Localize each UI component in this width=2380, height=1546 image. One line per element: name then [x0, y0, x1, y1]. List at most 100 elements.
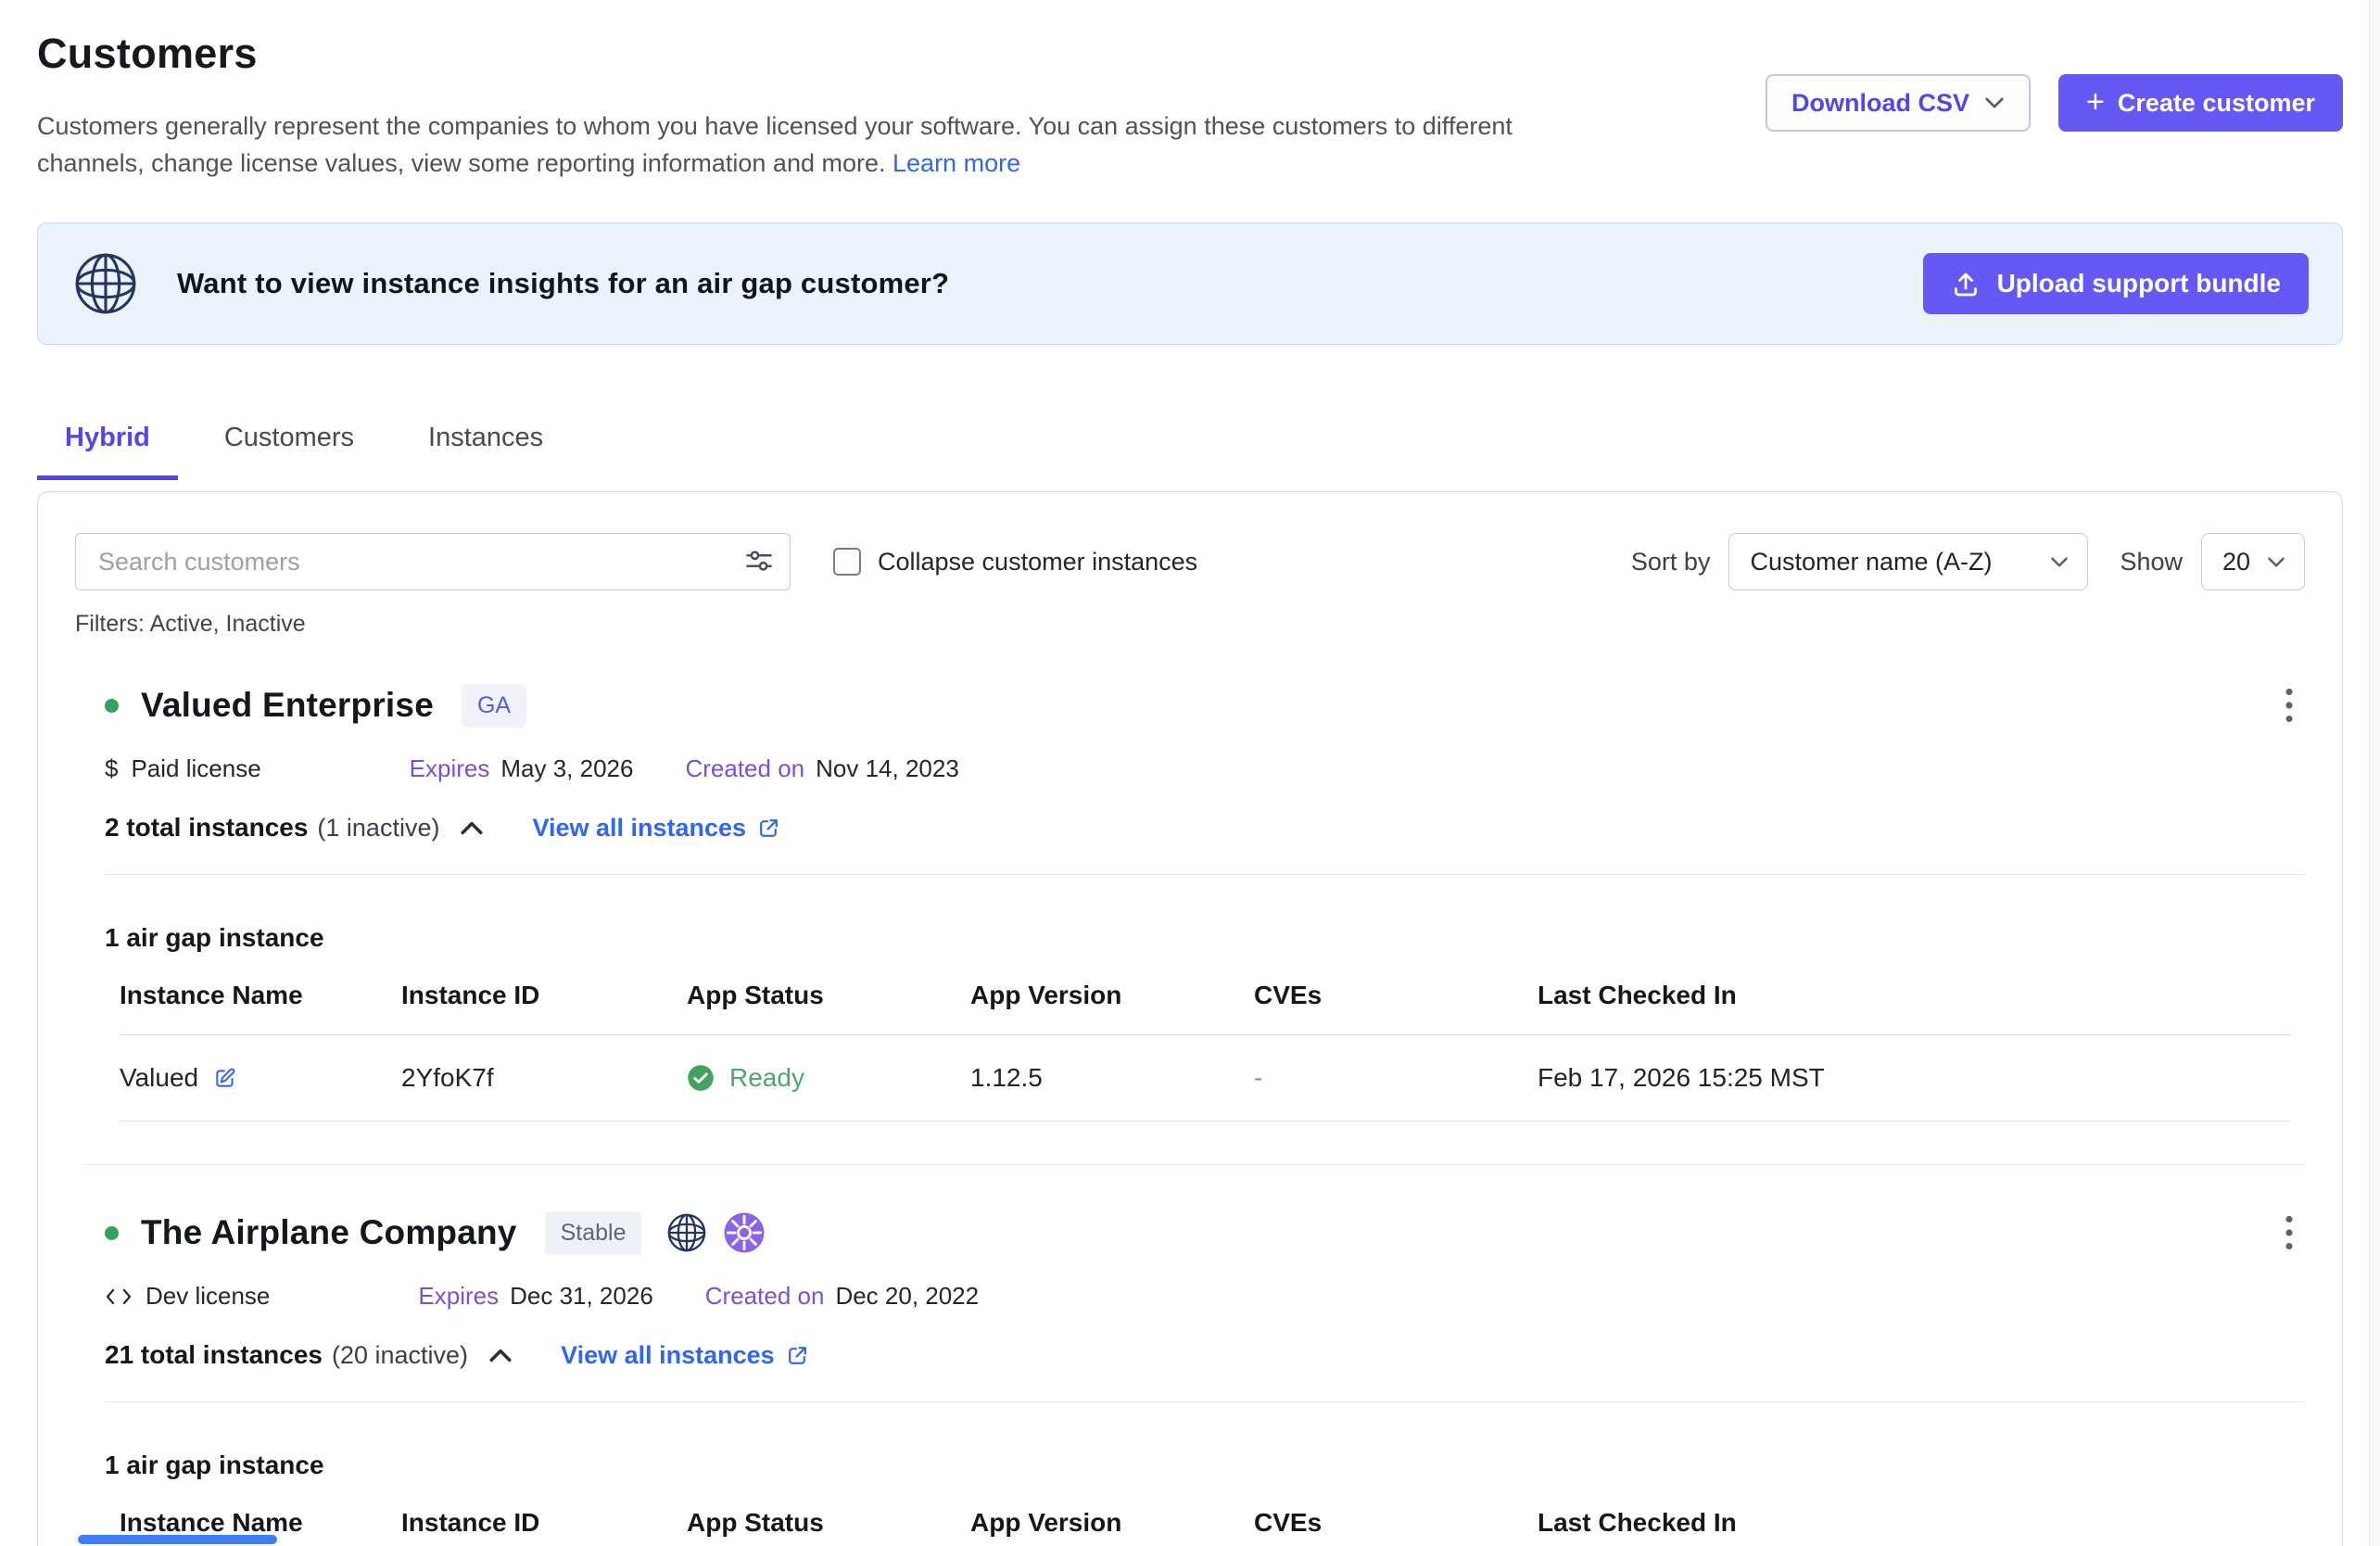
show-label: Show [2120, 548, 2183, 577]
airgap-insights-banner: Want to view instance insights for an ai… [37, 222, 2343, 345]
banner-title: Want to view instance insights for an ai… [177, 267, 949, 300]
expires-label: Expires [418, 1282, 499, 1311]
tab-customers[interactable]: Customers [196, 423, 382, 480]
create-customer-button[interactable]: + Create customer [2058, 74, 2343, 132]
instance-id-cell: 2YfoK7f [401, 1063, 687, 1093]
learn-more-link[interactable]: Learn more [892, 149, 1020, 177]
collapse-chevron-up-icon[interactable] [485, 1344, 516, 1367]
show-count-value: 20 [2222, 548, 2250, 577]
upload-icon [1951, 269, 1981, 298]
section-divider [105, 1401, 2305, 1402]
customers-list-card: Collapse customer instances Sort by Cust… [37, 491, 2343, 1546]
active-status-dot [105, 1226, 119, 1240]
sort-by-select[interactable]: Customer name (A-Z) [1728, 533, 2088, 590]
embedded-cluster-icon [723, 1211, 766, 1254]
view-all-instances-link[interactable]: View all instances [561, 1341, 809, 1370]
external-link-icon [786, 1344, 809, 1367]
license-type: Dev license [105, 1282, 270, 1311]
download-csv-label: Download CSV [1791, 89, 1969, 118]
license-type: $ Paid license [105, 754, 261, 783]
plus-icon: + [2086, 86, 2105, 118]
tab-bar: Hybrid Customers Instances [37, 423, 2343, 480]
col-cves: CVEs [1254, 1508, 1538, 1538]
col-instance-id: Instance ID [401, 1508, 687, 1538]
instances-table: Instance Name Instance ID App Status App… [120, 981, 2290, 1121]
view-all-instances-label: View all instances [561, 1341, 775, 1370]
app-status-cell: Ready [687, 1063, 970, 1093]
col-last-checked-in: Last Checked In [1538, 981, 2290, 1010]
col-instance-name: Instance Name [120, 981, 401, 1010]
filter-sliders-icon[interactable] [744, 546, 774, 576]
sort-by-value: Customer name (A-Z) [1750, 548, 1992, 577]
tab-instances[interactable]: Instances [400, 423, 571, 480]
app-version-cell: 1.12.5 [970, 1063, 1254, 1093]
tab-hybrid[interactable]: Hybrid [37, 423, 178, 480]
table-header-row: Instance Name Instance ID App Status App… [120, 981, 2290, 1035]
customer-name[interactable]: Valued Enterprise [141, 686, 434, 725]
page-title: Customers [37, 28, 1766, 80]
page-description: Customers generally represent the compan… [37, 108, 1613, 182]
expires-date: May 3, 2026 [500, 754, 633, 783]
ready-check-icon [687, 1064, 715, 1092]
table-row: Valued 2YfoK7f Ready [120, 1035, 2290, 1121]
view-all-instances-link[interactable]: View all instances [532, 814, 780, 843]
chevron-down-icon [2050, 556, 2069, 568]
col-instance-name: Instance Name [120, 1508, 401, 1538]
vertical-scrollbar-track[interactable] [2369, 0, 2380, 1546]
created-date: Dec 20, 2022 [835, 1282, 979, 1311]
expires-group: Expires Dec 31, 2026 [418, 1282, 652, 1311]
expires-date: Dec 31, 2026 [510, 1282, 653, 1311]
created-group: Created on Nov 14, 2023 [685, 754, 958, 783]
active-filters-line: Filters: Active, Inactive [75, 611, 2305, 638]
external-link-icon [757, 817, 780, 840]
col-app-version: App Version [970, 981, 1254, 1010]
create-customer-label: Create customer [2118, 89, 2315, 118]
instance-name: Valued [120, 1063, 198, 1093]
upload-support-bundle-button[interactable]: Upload support bundle [1923, 253, 2309, 314]
col-cves: CVEs [1254, 981, 1538, 1010]
edit-instance-name-icon[interactable] [213, 1066, 237, 1090]
upload-support-bundle-label: Upload support bundle [1997, 269, 2281, 298]
customer-card-valued-enterprise: Valued Enterprise GA $ Paid license Expi… [105, 682, 2305, 1121]
chevron-down-icon [2267, 556, 2285, 568]
airgap-instances-heading: 1 air gap instance [105, 1451, 2305, 1480]
kebab-menu-button[interactable] [2279, 682, 2299, 729]
col-last-checked-in: Last Checked In [1538, 1508, 2290, 1538]
channel-badge: GA [462, 684, 526, 728]
airgap-globe-icon [71, 249, 140, 318]
customer-header: The Airplane Company Stable [105, 1210, 2305, 1256]
horizontal-scrollbar-thumb[interactable] [78, 1535, 277, 1544]
license-row: $ Paid license Expires May 3, 2026 Creat… [105, 754, 2305, 783]
active-status-dot [105, 699, 119, 713]
collapse-chevron-up-icon[interactable] [456, 817, 487, 840]
page-header: Customers Customers generally represent … [37, 28, 2343, 182]
search-input[interactable] [75, 533, 791, 590]
show-count-select[interactable]: 20 [2201, 533, 2305, 590]
customer-header: Valued Enterprise GA [105, 682, 2305, 729]
instances-summary-row: 21 total instances (20 inactive) View al… [105, 1340, 2305, 1370]
license-type-label: Dev license [146, 1282, 270, 1311]
toolbar-right: Sort by Customer name (A-Z) Show 20 [1631, 533, 2305, 590]
license-type-label: Paid license [131, 754, 260, 783]
customer-card-the-airplane-company: The Airplane Company Stable [105, 1210, 2305, 1546]
expires-label: Expires [410, 754, 490, 783]
kebab-menu-button[interactable] [2279, 1210, 2299, 1256]
created-group: Created on Dec 20, 2022 [705, 1282, 979, 1311]
table-header-row: Instance Name Instance ID App Status App… [120, 1508, 2290, 1546]
instances-table: Instance Name Instance ID App Status App… [120, 1508, 2290, 1546]
download-csv-button[interactable]: Download CSV [1766, 74, 2031, 132]
customer-type-icons [665, 1211, 766, 1254]
collapse-instances-checkbox[interactable] [833, 548, 861, 576]
sort-by-label: Sort by [1631, 548, 1711, 577]
code-icon [105, 1286, 133, 1307]
search-wrapper [75, 533, 791, 590]
col-app-status: App Status [687, 1508, 970, 1538]
airgap-globe-icon [665, 1211, 708, 1254]
section-divider [105, 874, 2305, 875]
instances-summary-row: 2 total instances (1 inactive) View all … [105, 813, 2305, 843]
app-status-text: Ready [729, 1063, 804, 1093]
instance-name-cell: Valued [120, 1063, 401, 1093]
page-description-text: Customers generally represent the compan… [37, 112, 1513, 177]
created-on-label: Created on [685, 754, 804, 783]
customer-name[interactable]: The Airplane Company [141, 1213, 517, 1252]
